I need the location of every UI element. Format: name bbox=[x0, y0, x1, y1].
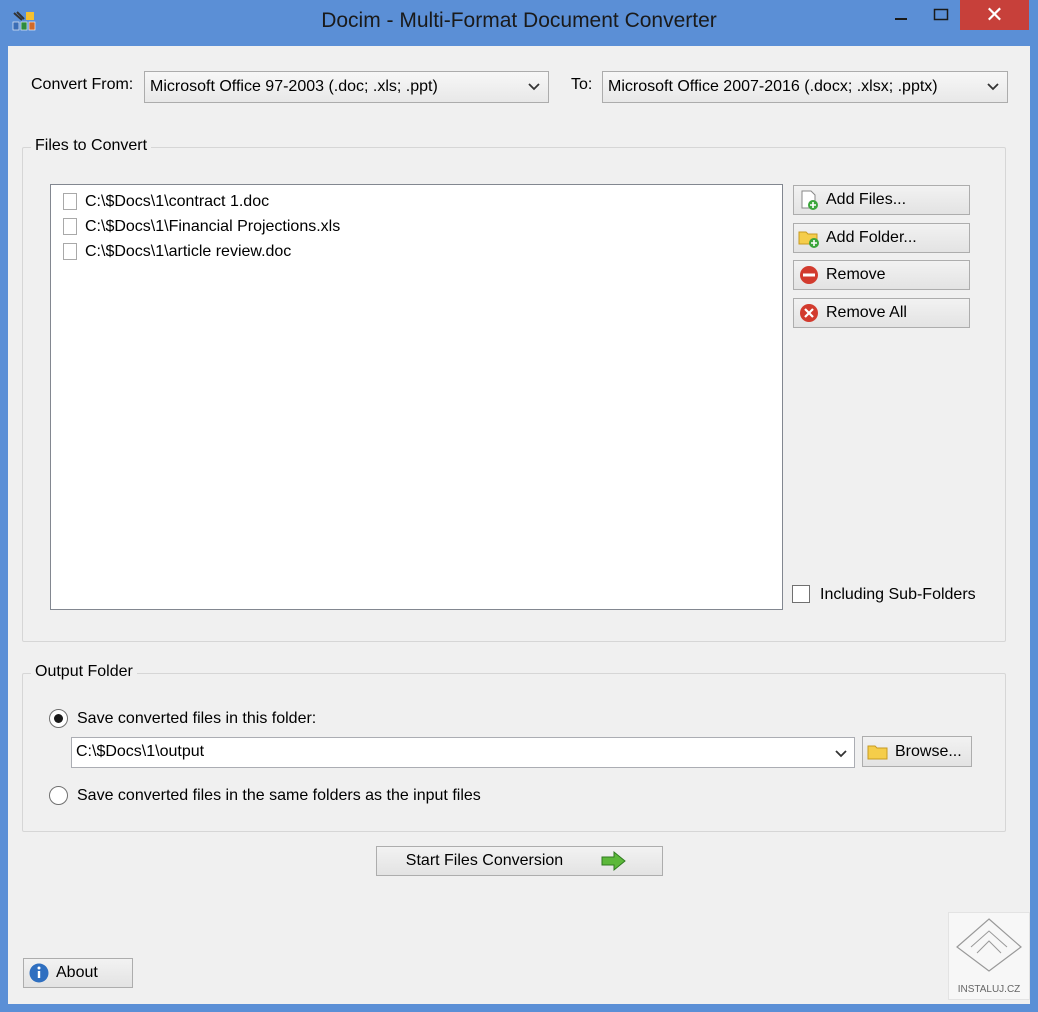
output-group-title: Output Folder bbox=[31, 663, 137, 681]
convert-to-select[interactable]: Microsoft Office 2007-2016 (.docx; .xlsx… bbox=[602, 71, 1008, 103]
add-files-button[interactable]: Add Files... bbox=[793, 185, 970, 215]
start-conversion-label: Start Files Conversion bbox=[405, 852, 564, 869]
remove-all-button[interactable]: Remove All bbox=[793, 298, 970, 328]
include-subfolders-label: Including Sub-Folders bbox=[820, 586, 976, 603]
minimize-icon bbox=[895, 18, 907, 20]
include-subfolders-checkbox[interactable] bbox=[792, 585, 810, 603]
watermark-text: INSTALUJ.CZ bbox=[957, 984, 1021, 995]
remove-icon bbox=[798, 264, 820, 286]
add-folder-label: Add Folder... bbox=[826, 229, 917, 246]
convert-from-value: Microsoft Office 97-2003 (.doc; .xls; .p… bbox=[150, 78, 438, 95]
remove-all-icon bbox=[798, 302, 820, 324]
convert-to-value: Microsoft Office 2007-2016 (.docx; .xlsx… bbox=[608, 78, 938, 95]
convert-to-label: To: bbox=[571, 76, 593, 93]
add-files-label: Add Files... bbox=[826, 191, 907, 208]
maximize-button[interactable] bbox=[918, 0, 964, 30]
save-in-folder-radio[interactable] bbox=[49, 709, 68, 728]
browse-button[interactable]: Browse... bbox=[862, 736, 972, 767]
save-same-folder-label: Save converted files in the same folders… bbox=[77, 787, 481, 804]
info-icon bbox=[28, 962, 50, 984]
remove-all-label: Remove All bbox=[826, 304, 907, 321]
close-icon: ✕ bbox=[985, 2, 1004, 27]
file-path: C:\$Docs\1\Financial Projections.xls bbox=[85, 218, 341, 235]
watermark-logo bbox=[956, 918, 1022, 972]
arrow-right-icon bbox=[601, 850, 627, 872]
add-file-icon bbox=[798, 189, 820, 211]
add-folder-button[interactable]: Add Folder... bbox=[793, 223, 970, 253]
app-window: Docim - Multi-Format Document Converter … bbox=[0, 0, 1038, 1012]
file-path: C:\$Docs\1\article review.doc bbox=[85, 243, 292, 260]
list-item[interactable]: C:\$Docs\1\article review.doc bbox=[51, 239, 782, 264]
chevron-down-icon bbox=[835, 750, 847, 758]
list-item[interactable]: C:\$Docs\1\Financial Projections.xls bbox=[51, 214, 782, 239]
about-label: About bbox=[56, 964, 98, 981]
chevron-down-icon bbox=[987, 83, 999, 91]
client-area: Convert From: Microsoft Office 97-2003 (… bbox=[8, 46, 1030, 1004]
convert-from-label: Convert From: bbox=[31, 76, 134, 93]
chevron-down-icon bbox=[528, 83, 540, 91]
files-group-title: Files to Convert bbox=[31, 137, 152, 155]
convert-from-select[interactable]: Microsoft Office 97-2003 (.doc; .xls; .p… bbox=[144, 71, 549, 103]
document-icon bbox=[63, 218, 77, 235]
maximize-icon bbox=[933, 8, 949, 21]
file-path: C:\$Docs\1\contract 1.doc bbox=[85, 193, 270, 210]
instaluj-watermark: INSTALUJ.CZ bbox=[948, 912, 1030, 1000]
list-item[interactable]: C:\$Docs\1\contract 1.doc bbox=[51, 189, 782, 214]
save-in-folder-label: Save converted files in this folder: bbox=[77, 710, 317, 727]
folder-icon bbox=[867, 741, 889, 763]
browse-label: Browse... bbox=[895, 742, 962, 760]
about-button[interactable]: About bbox=[23, 958, 133, 988]
close-button[interactable]: ✕ bbox=[960, 0, 1029, 30]
add-folder-icon bbox=[798, 227, 820, 249]
save-same-folder-radio[interactable] bbox=[49, 786, 68, 805]
remove-label: Remove bbox=[826, 266, 886, 283]
remove-button[interactable]: Remove bbox=[793, 260, 970, 290]
file-list[interactable]: C:\$Docs\1\contract 1.doc C:\$Docs\1\Fin… bbox=[50, 184, 783, 610]
document-icon bbox=[63, 243, 77, 260]
output-folder-combo[interactable]: C:\$Docs\1\output bbox=[71, 737, 855, 768]
title-bar: Docim - Multi-Format Document Converter … bbox=[0, 0, 1038, 46]
output-folder-path: C:\$Docs\1\output bbox=[76, 743, 205, 760]
document-icon bbox=[63, 193, 77, 210]
start-conversion-button[interactable]: Start Files Conversion bbox=[376, 846, 663, 876]
